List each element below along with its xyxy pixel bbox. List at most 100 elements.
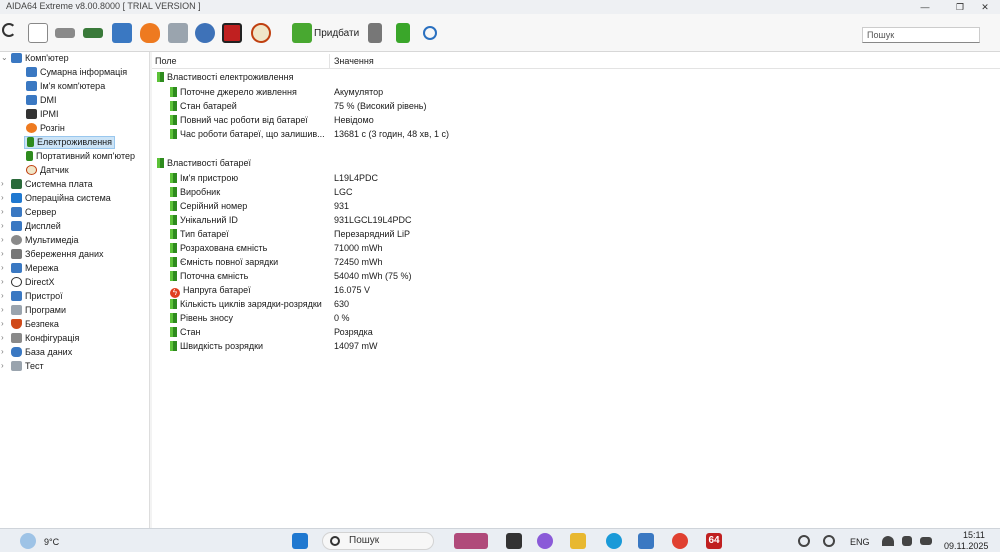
table-row[interactable]: Унікальний ID [170,215,238,229]
motherboard-icon[interactable] [55,28,75,38]
tree-item-directx[interactable]: › DirectX [1,277,55,290]
table-row[interactable]: Поточна ємність [170,271,248,285]
tree-item-dmi[interactable]: DMI [26,95,57,108]
speaker-icon[interactable] [902,536,912,546]
chrome-icon[interactable] [672,533,688,549]
table-row[interactable]: ϟ Напруга батареї [170,285,251,299]
close-button[interactable]: ✕ [970,0,1000,14]
table-row[interactable]: Поточне джерело живлення [170,87,297,101]
osd-icon[interactable] [222,23,242,43]
tree-item-motherboard[interactable]: › Системна плата [1,179,93,192]
clock-time[interactable]: 15:11 [963,530,985,540]
user-icon[interactable] [195,23,215,43]
clock-date[interactable]: 09.11.2025 [944,541,988,551]
chevron-right-icon[interactable]: › [1,249,4,258]
table-row[interactable]: Повний час роботи від батареї [170,115,308,129]
column-header-field[interactable]: Поле [155,56,177,66]
chevron-right-icon[interactable]: › [1,291,4,300]
tree-item-portable[interactable]: Портативний комп'ютер [26,151,135,164]
aida64-taskbar-icon[interactable]: 64 [706,533,722,549]
group-power-properties[interactable]: Властивості електроживлення [157,72,293,82]
tree-item-display[interactable]: › Дисплей [1,221,61,234]
table-row[interactable]: Рівень зносу [170,313,233,327]
chevron-right-icon[interactable]: › [1,277,4,286]
column-header-value[interactable]: Значення [334,56,374,66]
chevron-right-icon[interactable]: › [1,221,4,230]
search-icon[interactable] [423,26,437,40]
tree-item-database[interactable]: › База даних [1,347,72,360]
wifi-icon[interactable] [882,536,894,546]
tree-item-server[interactable]: › Сервер [1,207,56,220]
tree-item-computer[interactable]: ⌄ Комп'ютер [1,53,69,66]
group-battery-properties[interactable]: Властивості батареї [157,158,251,168]
tree-item-storage[interactable]: › Збереження даних [1,249,104,262]
tree-item-overclock[interactable]: Розгін [26,123,65,136]
table-row[interactable]: Ємність повної зарядки [170,257,278,271]
tree-item-ipmi[interactable]: IPMI [26,109,59,122]
tree-item-power[interactable]: Електроживлення [24,136,116,149]
memory-icon[interactable] [83,28,103,38]
report-icon[interactable] [28,23,48,43]
search-highlight-icon[interactable] [454,533,488,549]
chevron-right-icon[interactable]: › [1,179,4,188]
chevron-right-icon[interactable]: › [1,193,4,202]
add-icon[interactable] [292,23,312,43]
download-icon[interactable] [396,23,410,43]
store-icon[interactable] [638,533,654,549]
chevron-down-icon[interactable]: ⌄ [1,53,8,62]
language-indicator[interactable]: ENG [850,537,870,547]
gauge-icon[interactable] [251,23,271,43]
chevron-right-icon[interactable]: › [1,347,4,356]
tree-item-network[interactable]: › Мережа [1,263,59,276]
tree-item-sensor[interactable]: Датчик [26,165,69,178]
table-row[interactable]: Виробник [170,187,220,201]
column-divider[interactable] [329,54,330,68]
chevron-right-icon[interactable]: › [1,361,4,370]
tree-item-security[interactable]: › Безпека [1,319,59,332]
table-row[interactable]: Розрахована ємність [170,243,267,257]
weather-temp[interactable]: 9°C [44,537,59,547]
chevron-up-icon[interactable] [798,535,810,547]
network-icon[interactable] [112,23,132,43]
xbox-icon [11,277,22,287]
tree-item-devices[interactable]: › Пристрої [1,291,63,304]
database-icon [11,347,22,357]
chevron-right-icon[interactable]: › [1,207,4,216]
chevron-right-icon[interactable]: › [1,263,4,272]
tools-icon[interactable] [368,23,382,43]
table-row[interactable]: Стан [170,327,201,341]
tree-item-config[interactable]: › Конфігурація [1,333,79,346]
battery-icon[interactable] [920,537,932,545]
buy-button[interactable]: Придбати [314,28,359,39]
tree-item-test[interactable]: › Тест [1,361,44,374]
tree-item-programs[interactable]: › Програми [1,305,66,318]
chevron-right-icon[interactable]: › [1,235,4,244]
weather-icon[interactable] [20,533,36,549]
flame-icon[interactable] [140,23,160,43]
notifications-icon[interactable] [823,535,835,547]
edge-icon[interactable] [606,533,622,549]
table-row[interactable]: Серійний номер [170,201,247,215]
file-explorer-icon[interactable] [570,533,586,549]
table-row[interactable]: Стан батарей [170,101,237,115]
tree-item-multimedia[interactable]: › Мультимедіа [1,235,79,248]
network-share-icon[interactable] [168,23,188,43]
search-input[interactable]: Пошук [862,27,980,43]
table-value: 14097 mW [334,341,378,351]
table-row[interactable]: Швидкість розрядки [170,341,263,355]
copilot-icon[interactable] [537,533,553,549]
chevron-right-icon[interactable]: › [1,319,4,328]
minimize-button[interactable]: — [910,0,940,14]
tree-item-summary[interactable]: Сумарна інформація [26,67,127,80]
tree-item-computer-name[interactable]: Ім'я комп'ютера [26,81,105,94]
chevron-right-icon[interactable]: › [1,333,4,342]
tree-item-os[interactable]: › Операційна система [1,193,111,206]
chevron-right-icon[interactable]: › [1,305,4,314]
table-row[interactable]: Ім'я пристрою [170,173,238,187]
table-row[interactable]: Кількість циклів зарядки-розрядки [170,299,322,313]
refresh-icon[interactable] [2,23,16,37]
task-view-icon[interactable] [506,533,522,549]
table-row[interactable]: Тип батареї [170,229,229,243]
table-row[interactable]: Час роботи батареї, що залишив... [170,129,325,143]
windows-start-icon[interactable] [292,533,308,549]
